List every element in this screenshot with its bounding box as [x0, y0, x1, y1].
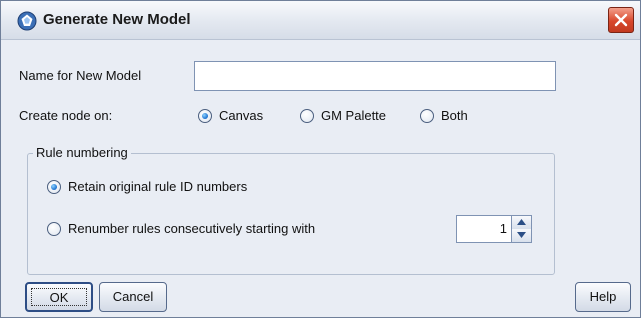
close-icon — [614, 13, 628, 27]
dialog-title: Generate New Model — [43, 11, 191, 28]
canvas-option-label[interactable]: Canvas — [219, 108, 263, 123]
start-number-field[interactable]: 1 — [456, 215, 512, 243]
retain-ids-radio[interactable] — [47, 180, 61, 194]
model-name-input[interactable] — [194, 61, 556, 91]
cancel-button[interactable]: Cancel — [99, 282, 167, 312]
help-button-label: Help — [589, 289, 617, 304]
rule-numbering-group — [27, 153, 555, 275]
retain-ids-label[interactable]: Retain original rule ID numbers — [68, 179, 247, 194]
gm-palette-option-label[interactable]: GM Palette — [321, 108, 386, 123]
cancel-button-label: Cancel — [112, 289, 154, 304]
close-button[interactable] — [608, 7, 634, 33]
name-label: Name for New Model — [19, 68, 142, 83]
ok-button[interactable]: OK — [25, 282, 93, 312]
both-option-label[interactable]: Both — [441, 108, 468, 123]
start-number-spinner[interactable] — [512, 215, 532, 243]
renumber-rules-label[interactable]: Renumber rules consecutively starting wi… — [68, 221, 315, 236]
down-arrow-icon — [517, 232, 526, 238]
both-radio[interactable] — [420, 109, 434, 123]
gm-palette-radio[interactable] — [300, 109, 314, 123]
help-button[interactable]: Help — [575, 282, 631, 312]
renumber-rules-radio[interactable] — [47, 222, 61, 236]
create-node-label: Create node on: — [19, 108, 113, 123]
generate-new-model-dialog: Generate New Model Name for New Model Cr… — [0, 0, 641, 318]
focus-rectangle — [31, 288, 87, 306]
model-nugget-icon — [17, 11, 37, 31]
up-arrow-icon — [517, 219, 526, 225]
spin-up-button[interactable] — [512, 216, 531, 230]
spin-down-button[interactable] — [512, 229, 531, 242]
rule-numbering-title: Rule numbering — [33, 145, 131, 160]
canvas-radio[interactable] — [198, 109, 212, 123]
title-bar[interactable]: Generate New Model — [1, 1, 640, 40]
